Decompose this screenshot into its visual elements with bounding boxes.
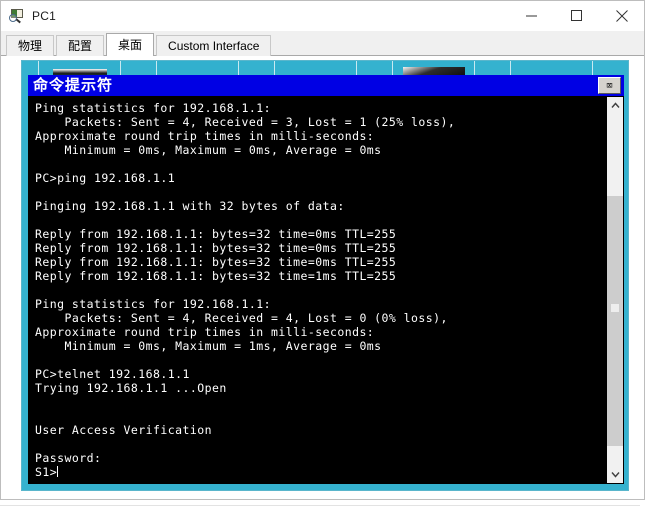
tab-desktop[interactable]: 桌面 (106, 33, 155, 56)
terminal-line: Reply from 192.168.1.1: bytes=32 time=1m… (35, 269, 397, 283)
page-right-margin (645, 0, 655, 521)
maximize-icon (571, 10, 582, 21)
page-bottom-margin (0, 500, 655, 521)
window-title: PC1 (32, 8, 56, 23)
terminal-line: Packets: Sent = 4, Received = 4, Lost = … (35, 311, 448, 325)
chevron-down-icon (610, 472, 620, 478)
scrollbar-grip (611, 304, 619, 312)
terminal-line: Reply from 192.168.1.1: bytes=32 time=0m… (35, 255, 397, 269)
terminal-line: Approximate round trip times in milli-se… (35, 325, 375, 339)
terminal-line: Trying 192.168.1.1 ...Open (35, 381, 227, 395)
minimize-button[interactable] (509, 2, 554, 30)
terminal-output[interactable]: Ping statistics for 192.168.1.1: Packets… (29, 97, 606, 483)
close-button[interactable] (599, 2, 644, 30)
scrollbar-track[interactable] (607, 114, 623, 466)
tab-config[interactable]: 配置 (56, 35, 105, 56)
terminal-line: Packets: Sent = 4, Received = 3, Lost = … (35, 115, 456, 129)
pc1-application-window: PC1 物理 配置 桌面 Custom Interface 命令提示符 ⌧ Pi… (0, 0, 645, 500)
command-prompt-body: Ping statistics for 192.168.1.1: Packets… (28, 96, 624, 484)
text-cursor (57, 466, 59, 477)
command-prompt-window: 命令提示符 ⌧ Ping statistics for 192.168.1.1:… (28, 75, 624, 484)
scroll-up-button[interactable] (607, 97, 623, 114)
command-prompt-title: 命令提示符 (33, 76, 114, 94)
close-icon (615, 9, 628, 22)
tab-custom-interface[interactable]: Custom Interface (156, 35, 272, 56)
command-prompt-titlebar: 命令提示符 ⌧ (28, 75, 624, 96)
maximize-button[interactable] (554, 2, 599, 30)
scroll-down-button[interactable] (607, 466, 623, 483)
page-divider (0, 505, 640, 506)
tab-strip: 物理 配置 桌面 Custom Interface (1, 31, 644, 56)
terminal-line: Approximate round trip times in milli-se… (35, 129, 375, 143)
terminal-line: Pinging 192.168.1.1 with 32 bytes of dat… (35, 199, 345, 213)
desktop-canvas[interactable]: 命令提示符 ⌧ Ping statistics for 192.168.1.1:… (21, 60, 629, 491)
chevron-up-icon (610, 102, 620, 108)
terminal-line: PC>telnet 192.168.1.1 (35, 367, 190, 381)
desktop-panel: 命令提示符 ⌧ Ping statistics for 192.168.1.1:… (1, 56, 644, 499)
command-prompt-close-button[interactable]: ⌧ (598, 77, 621, 94)
terminal-prompt-line: S1> (35, 465, 59, 479)
terminal-line: Reply from 192.168.1.1: bytes=32 time=0m… (35, 227, 397, 241)
terminal-line: Reply from 192.168.1.1: bytes=32 time=0m… (35, 241, 397, 255)
scrollbar-thumb[interactable] (607, 196, 623, 446)
minimize-icon (526, 15, 537, 17)
terminal-line: Password: (35, 451, 102, 465)
terminal-line: Ping statistics for 192.168.1.1: (35, 101, 271, 115)
terminal-line: Minimum = 0ms, Maximum = 0ms, Average = … (35, 143, 382, 157)
terminal-line: PC>ping 192.168.1.1 (35, 171, 176, 185)
pc-magnifier-icon (9, 8, 25, 24)
terminal-line: Ping statistics for 192.168.1.1: (35, 297, 271, 311)
tab-physical[interactable]: 物理 (6, 35, 55, 56)
terminal-scrollbar[interactable] (606, 97, 623, 483)
terminal-line: User Access Verification (35, 423, 212, 437)
terminal-line: Minimum = 0ms, Maximum = 1ms, Average = … (35, 339, 382, 353)
window-titlebar: PC1 (1, 1, 644, 31)
